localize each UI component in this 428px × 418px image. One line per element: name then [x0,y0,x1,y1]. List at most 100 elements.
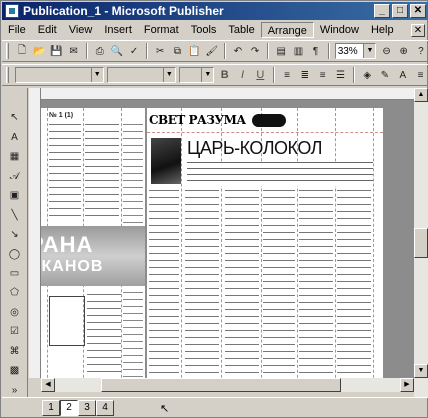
chevron-down-icon[interactable]: ▼ [201,68,214,82]
text-column[interactable] [85,124,119,220]
oval-icon[interactable]: ◯ [7,246,23,261]
page-tab-1[interactable]: 1 [42,400,60,416]
banner-image[interactable]: РАНА ИКАНОВ [41,226,145,286]
toolbar-grip[interactable] [6,67,9,83]
fill-color-icon[interactable]: ◈ [360,68,375,83]
more-tools-icon[interactable]: » [7,383,23,398]
menu-insert[interactable]: Insert [98,22,138,38]
align-right-icon[interactable]: ≡ [315,68,330,83]
scroll-down-button[interactable]: ▼ [414,364,428,378]
font-size-select[interactable]: ▼ [178,67,215,83]
autoshapes-icon[interactable]: ⬠ [7,285,23,300]
font-color-icon[interactable]: A [395,68,410,83]
new-icon[interactable]: 🗋 [15,44,29,59]
menu-view[interactable]: View [63,22,99,38]
form-control-icon[interactable]: ☑ [7,324,23,339]
document-close-button[interactable]: ✕ [411,23,425,37]
article-headline[interactable]: ЦАРЬ-КОЛОКОЛ [187,138,322,159]
menu-file[interactable]: File [2,22,32,38]
page-left[interactable]: № 1 (1) РАНА ИКАНОВ [41,108,145,378]
bold-icon[interactable]: B [217,68,232,83]
text-column[interactable] [49,124,81,220]
paste-icon[interactable]: 📋 [187,44,201,59]
chevron-down-icon[interactable]: ▼ [162,68,175,82]
format-painter-icon[interactable]: 🖌 [205,44,219,59]
open-icon[interactable]: 📂 [32,44,46,59]
italic-icon[interactable]: I [235,68,250,83]
toolbar-grip[interactable] [6,43,9,59]
scroll-up-button[interactable]: ▲ [414,88,428,102]
redo-icon[interactable]: ↷ [248,44,262,59]
horizontal-scrollbar[interactable]: ◀ ▶ [41,378,414,392]
page-tab-3[interactable]: 3 [78,400,96,416]
scroll-right-button[interactable]: ▶ [400,378,414,392]
close-button[interactable]: ✕ [410,4,426,18]
menu-format[interactable]: Format [138,22,185,38]
minimize-button[interactable]: _ [374,4,390,18]
chevron-down-icon[interactable]: ▼ [90,68,103,82]
spelling-icon[interactable]: ✓ [127,44,141,59]
line-icon[interactable]: ╲ [7,207,23,222]
text-column[interactable] [149,190,179,378]
pointer-icon[interactable]: ↖ [7,110,23,125]
publisher-app-icon[interactable] [5,4,19,18]
menu-arrange[interactable]: Arrange [260,22,314,38]
cut-icon[interactable]: ✂ [153,44,167,59]
arrow-icon[interactable]: ↘ [7,227,23,242]
page-tab-4[interactable]: 4 [96,400,114,416]
print-icon[interactable]: ⎙ [93,44,107,59]
bring-forward-icon[interactable]: ▤ [274,44,288,59]
line-style-icon[interactable]: ≡ [413,68,428,83]
scroll-left-button[interactable]: ◀ [41,378,55,392]
design-gallery-icon[interactable]: ▩ [7,363,23,378]
menu-window[interactable]: Window [314,22,365,38]
hot-spot-icon[interactable]: ◎ [7,305,23,320]
line-color-icon[interactable]: ✎ [378,68,393,83]
page-right[interactable]: СВЕТ РАЗУМА ЦАРЬ-КОЛОКОЛ [147,108,383,378]
send-backward-icon[interactable]: ▥ [291,44,305,59]
horizontal-ruler[interactable] [29,88,414,100]
vertical-scrollbar[interactable]: ▲ ▼ [414,88,428,398]
masthead[interactable]: СВЕТ РАЗУМА [149,110,381,130]
print-preview-icon[interactable]: 🔍 [110,44,124,59]
help-icon[interactable]: ? [414,44,428,59]
text-column[interactable] [185,190,219,378]
portrait-image[interactable] [151,138,181,184]
zoom-in-icon[interactable]: ⊕ [397,44,411,59]
vertical-ruler[interactable] [29,88,41,378]
text-column[interactable] [299,190,333,378]
zoom-select[interactable]: 33% ▼ [334,43,377,59]
text-column[interactable] [263,190,295,378]
text-column[interactable] [225,190,259,378]
justify-icon[interactable]: ☰ [333,68,348,83]
wordart-icon[interactable]: 𝒜 [7,168,23,183]
style-select[interactable]: ▼ [14,67,104,83]
save-icon[interactable]: 💾 [49,44,63,59]
maximize-button[interactable]: □ [392,4,408,18]
diagram-image[interactable] [49,296,85,346]
font-select[interactable]: ▼ [106,67,176,83]
table-icon[interactable]: ▦ [7,149,23,164]
mail-icon[interactable]: ✉ [66,44,80,59]
show-formatting-icon[interactable]: ¶ [309,44,323,59]
menu-tools[interactable]: Tools [185,22,223,38]
underline-icon[interactable]: U [253,68,268,83]
menu-help[interactable]: Help [365,22,400,38]
zoom-out-icon[interactable]: ⊖ [379,44,393,59]
vertical-scroll-thumb[interactable] [414,228,428,258]
picture-frame-icon[interactable]: ▣ [7,188,23,203]
text-column[interactable] [87,294,121,378]
text-box-icon[interactable]: A [7,129,23,144]
publication-workspace[interactable]: № 1 (1) РАНА ИКАНОВ СВЕТ РАЗУМА [41,100,414,378]
undo-icon[interactable]: ↶ [231,44,245,59]
chevron-down-icon[interactable]: ▼ [363,44,376,58]
align-center-icon[interactable]: ≣ [297,68,312,83]
html-fragment-icon[interactable]: ⌘ [7,344,23,359]
rectangle-icon[interactable]: ▭ [7,266,23,281]
menu-table[interactable]: Table [222,22,260,38]
menu-edit[interactable]: Edit [32,22,63,38]
page-tab-2[interactable]: 2 [60,400,78,416]
copy-icon[interactable]: ⧉ [170,44,184,59]
lead-text[interactable] [187,162,373,186]
text-column[interactable] [337,190,371,378]
